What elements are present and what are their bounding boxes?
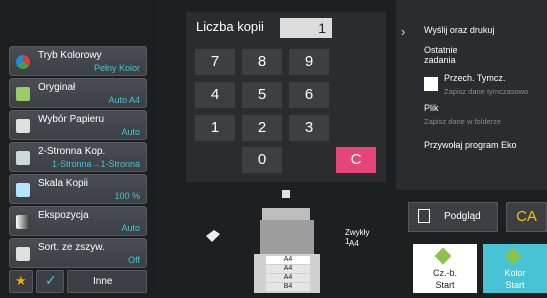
start-diamond-icon (504, 247, 522, 265)
copy-ratio-value: 100 % (114, 191, 140, 201)
send-print-item[interactable]: Wyślij oraz drukuj (424, 25, 494, 35)
key-2[interactable]: 2 (242, 115, 282, 141)
paper-size-label: A4 (349, 239, 359, 248)
original-icon (16, 87, 30, 101)
recent-jobs-item[interactable]: Ostatnie zadania (424, 45, 458, 65)
bw-start-label-1: Cz.-b. (432, 268, 457, 278)
key-8[interactable]: 8 (242, 49, 282, 75)
original-button[interactable]: Oryginał Auto A4 (9, 78, 147, 108)
machine-illustration: Zwykły 1 A4 A4 A4 A4 B4 (200, 190, 370, 293)
staple-sort-button[interactable]: Sort. ze zszyw. Off (9, 238, 147, 268)
key-5[interactable]: 5 (242, 82, 282, 108)
check-button[interactable]: ✓ (36, 270, 64, 293)
key-7[interactable]: 7 (195, 49, 235, 75)
bw-start-button[interactable]: Cz.-b. Start (413, 244, 477, 293)
duplex-label: 2-Stronna Kop. (38, 146, 106, 157)
color-mode-button[interactable]: Tryb Kolorowy Pełny Kolor (9, 46, 147, 76)
color-mode-icon (16, 55, 30, 69)
clear-all-button[interactable]: CA (506, 202, 547, 232)
duplex-value: 1-Stronna→1-Stronna (51, 159, 140, 169)
key-0[interactable]: 0 (242, 147, 282, 173)
temp-save-sub: Zapisz dane tymczasowo (444, 87, 529, 96)
eco-program-item[interactable]: Przywołaj program Eko (424, 140, 517, 150)
tray-list: A4 A4 A4 B4 (266, 256, 310, 291)
copy-count-title: Liczba kopii (196, 19, 264, 34)
exposure-value: Auto (121, 223, 140, 233)
color-start-label-2: Start (505, 280, 525, 290)
original-value: Auto A4 (108, 95, 140, 105)
preview-icon (418, 209, 430, 223)
copy-ratio-label: Skala Kopii (38, 178, 89, 189)
check-icon: ✓ (45, 272, 57, 288)
copy-count-field[interactable]: 1 (280, 18, 332, 38)
duplex-icon (16, 151, 30, 165)
file-item[interactable]: Plik (424, 103, 439, 113)
temp-save-checkbox[interactable] (424, 77, 438, 91)
duplex-button[interactable]: 2-Stronna Kop. 1-Stronna→1-Stronna (9, 142, 147, 172)
copy-count-keypad: Liczba kopii 1 7 8 9 4 5 6 1 2 3 0 C (186, 12, 386, 182)
staple-sort-icon (16, 247, 30, 261)
tray-2[interactable]: A4 (266, 265, 310, 273)
favorite-button[interactable]: ★ (9, 270, 33, 293)
copy-ratio-icon (16, 183, 30, 197)
exposure-label: Ekspozycja (38, 210, 89, 221)
key-6[interactable]: 6 (289, 82, 329, 108)
color-mode-label: Tryb Kolorowy (38, 50, 102, 61)
paper-select-value: Auto (121, 127, 140, 137)
tray-4[interactable]: B4 (266, 283, 310, 291)
bw-start-label-2: Start (435, 280, 455, 290)
paper-select-label: Wybór Papieru (38, 114, 105, 125)
file-sub: Zapisz dane w folderze (424, 117, 502, 126)
action-panel: › Wyślij oraz drukuj Ostatnie zadania Pr… (396, 0, 547, 190)
preview-button[interactable]: Podgląd (408, 202, 498, 232)
other-label: Inne (93, 276, 113, 287)
tray-1[interactable]: A4 (266, 256, 310, 264)
staple-sort-label: Sort. ze zszyw. (38, 242, 105, 253)
copy-ratio-button[interactable]: Skala Kopii 100 % (9, 174, 147, 204)
key-1[interactable]: 1 (195, 115, 235, 141)
color-start-label-1: Kolor (504, 268, 526, 278)
exposure-icon (16, 215, 30, 229)
chevron-right-icon[interactable]: › (401, 24, 405, 39)
star-icon: ★ (15, 273, 27, 288)
preview-label: Podgląd (444, 211, 481, 222)
tray-3[interactable]: A4 (266, 274, 310, 282)
key-3[interactable]: 3 (289, 115, 329, 141)
paper-icon (16, 119, 30, 133)
exposure-button[interactable]: Ekspozycja Auto (9, 206, 147, 236)
temp-save-item[interactable]: Przech. Tymcz. (444, 73, 505, 83)
original-label: Oryginał (38, 82, 76, 93)
color-start-button[interactable]: Kolor Start (483, 244, 547, 293)
other-button[interactable]: Inne (67, 270, 147, 293)
key-4[interactable]: 4 (195, 82, 235, 108)
key-9[interactable]: 9 (289, 49, 329, 75)
staple-sort-value: Off (128, 255, 140, 265)
color-mode-value: Pełny Kolor (93, 63, 140, 73)
start-diamond-icon (434, 247, 452, 265)
function-panel: Tryb Kolorowy Pełny Kolor Oryginał Auto … (0, 0, 158, 293)
paper-select-button[interactable]: Wybór Papieru Auto (9, 110, 147, 140)
clear-button[interactable]: C (336, 147, 376, 173)
